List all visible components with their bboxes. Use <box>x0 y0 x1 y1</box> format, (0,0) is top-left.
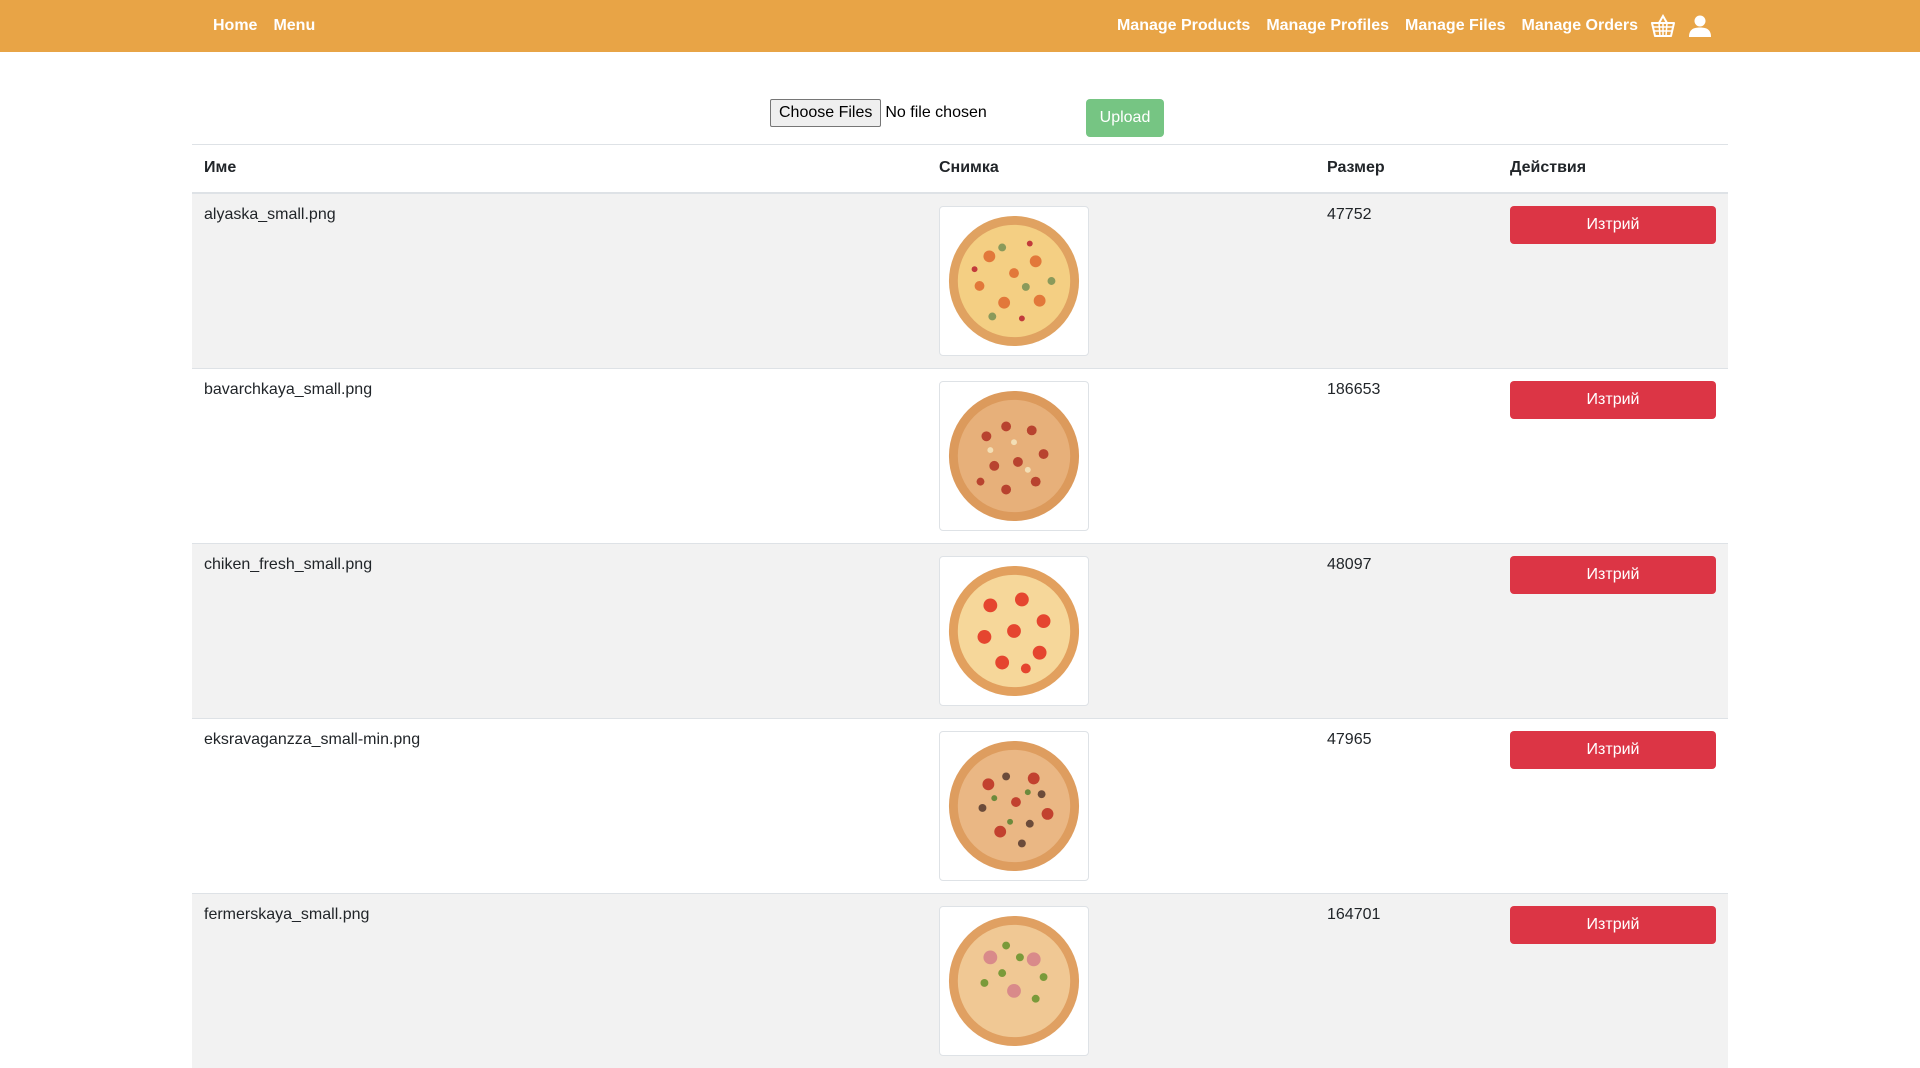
file-image-cell <box>927 193 1315 369</box>
file-size: 47752 <box>1315 193 1498 369</box>
delete-button[interactable]: Изтрий <box>1510 731 1716 769</box>
header-actions: Действия <box>1498 145 1728 193</box>
table-row: chiken_fresh_small.png 48097 Изтрий <box>192 544 1728 719</box>
file-image-cell <box>927 719 1315 894</box>
pizza-thumbnail <box>939 731 1089 881</box>
file-image-cell <box>927 369 1315 544</box>
file-size: 48097 <box>1315 544 1498 719</box>
pizza-thumbnail <box>939 906 1089 1056</box>
basket-icon[interactable] <box>1650 14 1676 38</box>
files-table: Име Снимка Размер Действия alyaska_small… <box>192 145 1728 1068</box>
upload-form: Choose Files No file chosen Upload <box>192 52 1728 145</box>
file-name: bavarchkaya_small.png <box>192 369 927 544</box>
delete-button[interactable]: Изтрий <box>1510 206 1716 244</box>
table-row: fermerskaya_small.png 164701 Изтрий <box>192 894 1728 1068</box>
file-name: alyaska_small.png <box>192 193 927 369</box>
table-header-row: Име Снимка Размер Действия <box>192 145 1728 193</box>
file-size: 186653 <box>1315 369 1498 544</box>
delete-button[interactable]: Изтрий <box>1510 381 1716 419</box>
file-name: chiken_fresh_small.png <box>192 544 927 719</box>
file-actions: Изтрий <box>1498 894 1728 1068</box>
file-actions: Изтрий <box>1498 369 1728 544</box>
pizza-thumbnail <box>939 556 1089 706</box>
nav-home-link[interactable]: Home <box>213 17 257 35</box>
nav-manage-files-link[interactable]: Manage Files <box>1405 17 1505 35</box>
table-row: bavarchkaya_small.png 186653 Изтрий <box>192 369 1728 544</box>
nav-manage-orders-link[interactable]: Manage Orders <box>1522 17 1638 35</box>
file-size: 47965 <box>1315 719 1498 894</box>
file-size: 164701 <box>1315 894 1498 1068</box>
file-input[interactable]: Choose Files No file chosen <box>770 99 987 127</box>
nav-manage-profiles-link[interactable]: Manage Profiles <box>1266 17 1389 35</box>
file-actions: Изтрий <box>1498 719 1728 894</box>
table-row: alyaska_small.png 47752 Изтрий <box>192 193 1728 369</box>
navbar: Home Menu Manage Products Manage Profile… <box>0 0 1920 52</box>
user-icon[interactable] <box>1688 14 1712 38</box>
pizza-thumbnail <box>939 206 1089 356</box>
file-actions: Изтрий <box>1498 193 1728 369</box>
choose-files-button[interactable]: Choose Files <box>770 99 881 127</box>
nav-right: Manage Products Manage Profiles Manage F… <box>1101 14 1712 38</box>
pizza-thumbnail <box>939 381 1089 531</box>
nav-manage-products-link[interactable]: Manage Products <box>1117 17 1250 35</box>
files-page: Choose Files No file chosen Upload Име С… <box>192 52 1728 1068</box>
header-image: Снимка <box>927 145 1315 193</box>
file-image-cell <box>927 894 1315 1068</box>
file-actions: Изтрий <box>1498 544 1728 719</box>
header-size: Размер <box>1315 145 1498 193</box>
file-status-text: No file chosen <box>885 104 986 122</box>
nav-left: Home Menu <box>213 17 331 35</box>
table-row: eksravaganzza_small-min.png 47965 <box>192 719 1728 894</box>
file-name: fermerskaya_small.png <box>192 894 927 1068</box>
nav-menu-link[interactable]: Menu <box>273 17 315 35</box>
file-name: eksravaganzza_small-min.png <box>192 719 927 894</box>
file-image-cell <box>927 544 1315 719</box>
delete-button[interactable]: Изтрий <box>1510 906 1716 944</box>
header-name: Име <box>192 145 927 193</box>
upload-button[interactable]: Upload <box>1086 99 1164 137</box>
delete-button[interactable]: Изтрий <box>1510 556 1716 594</box>
